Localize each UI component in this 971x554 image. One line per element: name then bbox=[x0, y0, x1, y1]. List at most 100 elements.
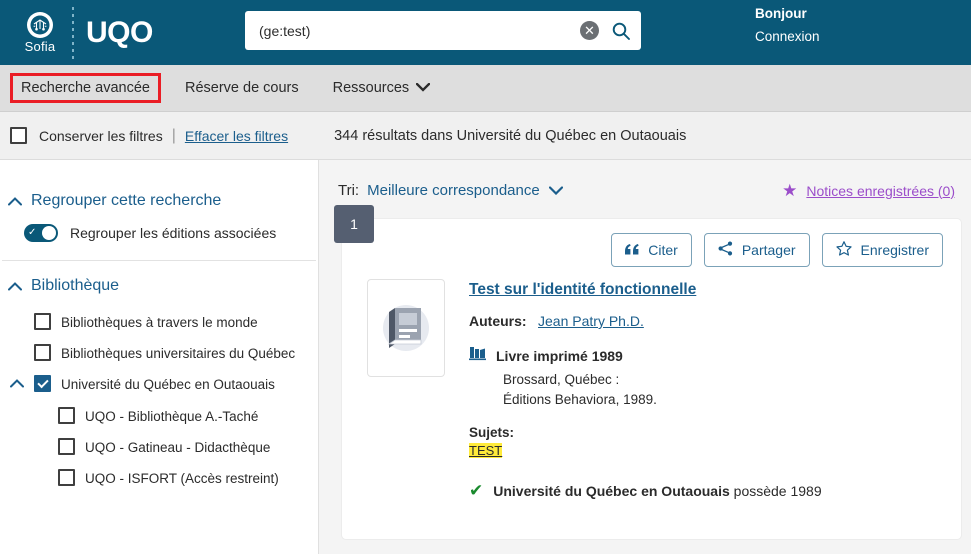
facet-checkbox-checked[interactable] bbox=[34, 375, 51, 393]
tab-ressources-label: Ressources bbox=[332, 80, 410, 96]
facet-option-label: Bibliothèques universitaires du Québec bbox=[61, 346, 296, 362]
sort-dropdown-value: Meilleure correspondance bbox=[367, 182, 540, 199]
facet-option-world-libraries[interactable]: Bibliothèques à travers le monde bbox=[0, 309, 318, 336]
sofia-wordmark: Sofia bbox=[24, 38, 56, 54]
subjects-label: Sujets: bbox=[469, 425, 515, 441]
facet-option-label: Université du Québec en Outaouais bbox=[61, 377, 275, 393]
sofia-badge-icon bbox=[27, 11, 53, 38]
toggle-knob bbox=[42, 226, 56, 240]
sidebar-divider bbox=[2, 260, 316, 261]
search-bar[interactable]: ✕ bbox=[245, 11, 641, 50]
keep-filters-label: Conserver les filtres bbox=[39, 127, 163, 144]
facet-checkbox[interactable] bbox=[34, 313, 51, 330]
facet-checkbox[interactable] bbox=[34, 344, 51, 362]
facets-sidebar: Regrouper cette recherche ✓ Regrouper le… bbox=[0, 160, 319, 554]
page-body: Regrouper cette recherche ✓ Regrouper le… bbox=[0, 160, 971, 554]
group-editions-toggle-row: ✓ Regrouper les éditions associées bbox=[0, 224, 318, 242]
subject-term-link[interactable]: TEST bbox=[469, 443, 503, 459]
facet-option-uqo[interactable]: Université du Québec en Outaouais bbox=[0, 371, 318, 398]
result-authors-row: Auteurs: Jean Patry Ph.D. bbox=[469, 313, 943, 331]
filterbar-separator: | bbox=[171, 126, 176, 144]
holding-suffix: possède 1989 bbox=[729, 482, 822, 499]
chevron-up-icon bbox=[8, 194, 22, 208]
result-title-link[interactable]: Test sur l'identité fonctionnelle bbox=[469, 281, 696, 299]
chevron-down-icon bbox=[416, 80, 431, 96]
result-card-body: Test sur l'identité fonctionnelle Auteur… bbox=[360, 279, 943, 499]
filter-toolbar: Conserver les filtres | Effacer les filt… bbox=[0, 112, 971, 160]
star-outline-icon bbox=[835, 241, 852, 259]
login-link[interactable]: Connexion bbox=[755, 29, 820, 44]
main-nav-bar: Recherche avancée Réserve de cours Resso… bbox=[0, 65, 971, 112]
share-icon bbox=[718, 241, 733, 259]
facet-header-regrouper[interactable]: Regrouper cette recherche bbox=[0, 192, 318, 210]
keep-filters-checkbox[interactable] bbox=[10, 127, 27, 144]
facet-checkbox[interactable] bbox=[58, 469, 75, 487]
sort-dropdown[interactable]: Meilleure correspondance bbox=[367, 182, 563, 199]
facet-option-label: UQO - Bibliothèque A.-Taché bbox=[85, 408, 259, 424]
cite-button-label: Citer bbox=[648, 242, 678, 258]
facet-option-label: Bibliothèques à travers le monde bbox=[61, 315, 258, 330]
facet-title-regrouper: Regrouper cette recherche bbox=[31, 192, 222, 209]
chevron-up-icon bbox=[8, 279, 22, 293]
results-toolbar: Tri: Meilleure correspondance ★ Notices … bbox=[334, 182, 961, 199]
result-publication-line-1: Brossard, Québec : bbox=[503, 372, 620, 387]
uqo-logo[interactable]: UQO bbox=[86, 17, 153, 48]
save-button[interactable]: Enregistrer bbox=[821, 233, 943, 267]
share-button[interactable]: Partager bbox=[703, 233, 810, 267]
result-thumbnail[interactable] bbox=[367, 279, 445, 377]
greeting-text: Bonjour bbox=[755, 6, 807, 21]
result-holding-row: ✔ Université du Québec en Outaouais poss… bbox=[469, 482, 943, 499]
result-publication-line-2: Éditions Behaviora, 1989. bbox=[503, 391, 657, 407]
search-input[interactable] bbox=[259, 22, 580, 39]
header-divider bbox=[72, 6, 74, 59]
sort-label: Tri: bbox=[338, 182, 360, 199]
top-header-bar: Sofia UQO ✕ Bonjour Connexion bbox=[0, 0, 971, 65]
facet-checkbox[interactable] bbox=[58, 406, 75, 424]
results-count-text: 344 résultats dans Université du Québec … bbox=[334, 127, 687, 144]
toggle-check-icon: ✓ bbox=[28, 227, 37, 238]
facet-option-quebec-university-libraries[interactable]: Bibliothèques universitaires du Québec bbox=[0, 340, 318, 367]
facet-option-uqo-bibliotheque-a-tache[interactable]: UQO - Bibliothèque A.-Taché bbox=[0, 403, 318, 430]
chevron-down-icon bbox=[548, 182, 563, 199]
cite-button[interactable]: Citer bbox=[611, 233, 692, 267]
facet-option-uqo-isfort[interactable]: UQO - ISFORT (Accès restreint) bbox=[0, 465, 318, 492]
result-rank-badge: 1 bbox=[334, 205, 374, 243]
tab-ressources[interactable]: Ressources bbox=[323, 74, 441, 102]
sofia-logo[interactable]: Sofia bbox=[10, 11, 70, 54]
group-editions-toggle[interactable]: ✓ bbox=[24, 224, 58, 242]
result-actions: Citer Partager Enregistrer bbox=[360, 233, 943, 267]
results-panel: Tri: Meilleure correspondance ★ Notices … bbox=[319, 160, 971, 554]
facet-checkbox[interactable] bbox=[58, 437, 75, 455]
check-mark-icon: ✔ bbox=[469, 481, 484, 501]
save-button-label: Enregistrer bbox=[860, 242, 929, 258]
sort-control: Tri: Meilleure correspondance bbox=[338, 182, 563, 199]
share-button-label: Partager bbox=[741, 242, 796, 258]
star-filled-icon: ★ bbox=[782, 181, 798, 200]
search-icon[interactable] bbox=[611, 21, 631, 41]
result-format-label: Livre imprimé 1989 bbox=[496, 347, 623, 364]
tab-recherche-avancee[interactable]: Recherche avancée bbox=[10, 73, 161, 103]
facet-option-label: UQO - ISFORT (Accès restreint) bbox=[85, 471, 279, 487]
tab-reserve-de-cours[interactable]: Réserve de cours bbox=[175, 74, 309, 102]
account-area: Bonjour Connexion bbox=[755, 6, 820, 44]
holding-institution: Université du Québec en Outaouais bbox=[493, 482, 730, 499]
chevron-up-icon[interactable] bbox=[10, 376, 24, 390]
result-format-row: Livre imprimé 1989 bbox=[469, 345, 943, 366]
tab-recherche-avancee-label: Recherche avancée bbox=[21, 80, 150, 96]
author-link[interactable]: Jean Patry Ph.D. bbox=[538, 313, 644, 329]
facet-option-label: UQO - Gatineau - Didacthèque bbox=[85, 439, 271, 455]
tab-reserve-de-cours-label: Réserve de cours bbox=[184, 80, 299, 96]
clear-search-icon[interactable]: ✕ bbox=[580, 21, 599, 40]
quote-icon bbox=[625, 242, 639, 258]
facet-option-uqo-gatineau-didactheque[interactable]: UQO - Gatineau - Didacthèque bbox=[0, 434, 318, 461]
holding-text: Université du Québec en Outaouais possèd… bbox=[493, 483, 821, 499]
result-info: Test sur l'identité fonctionnelle Auteur… bbox=[469, 279, 943, 499]
facet-title-bibliotheque: Bibliothèque bbox=[31, 277, 120, 294]
group-editions-label: Regrouper les éditions associées bbox=[70, 225, 277, 241]
facet-header-bibliotheque[interactable]: Bibliothèque bbox=[0, 277, 318, 295]
clear-filters-link[interactable]: Effacer les filtres bbox=[185, 128, 288, 144]
authors-label: Auteurs: bbox=[469, 313, 527, 329]
result-card: 1 Citer Partager Enregistrer Test sur l'… bbox=[334, 205, 961, 539]
saved-records-label: Notices enregistrées (0) bbox=[806, 182, 955, 199]
saved-records-link[interactable]: ★ Notices enregistrées (0) bbox=[782, 182, 955, 199]
